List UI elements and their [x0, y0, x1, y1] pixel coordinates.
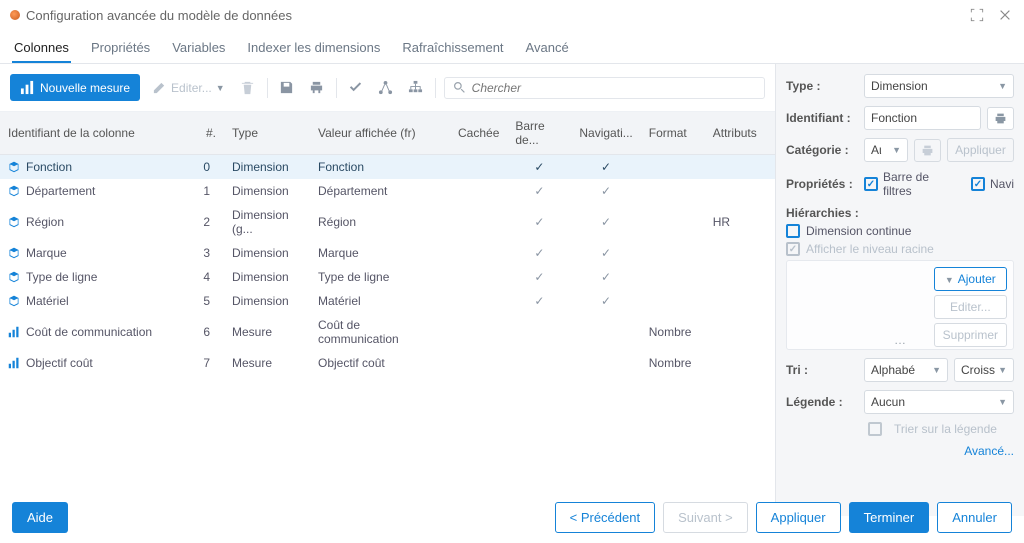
table-row[interactable]: Marque3DimensionMarque✓✓: [0, 241, 775, 265]
search-input[interactable]: [444, 77, 765, 99]
col-filterbar[interactable]: Barre de...: [507, 112, 571, 155]
col-type[interactable]: Type: [224, 112, 310, 155]
type-select[interactable]: Dimension▼: [864, 74, 1014, 98]
tab-colonnes[interactable]: Colonnes: [12, 34, 71, 63]
type-label: Type :: [786, 79, 858, 93]
col-hidden[interactable]: Cachée: [450, 112, 507, 155]
check-icon[interactable]: [345, 77, 367, 99]
showroot-checkbox: ✓: [786, 242, 800, 256]
tab-avance[interactable]: Avancé: [524, 34, 571, 63]
table-row[interactable]: Type de ligne4DimensionType de ligne✓✓: [0, 265, 775, 289]
fullscreen-icon[interactable]: [968, 6, 986, 24]
help-button[interactable]: Aide: [12, 502, 68, 533]
cat-print-icon: [914, 139, 941, 162]
hierarchy-list: ▼Ajouter Editer... Supprimer …: [786, 260, 1014, 350]
col-nav[interactable]: Navigati...: [571, 112, 640, 155]
app-logo-icon: [10, 10, 20, 20]
table-row[interactable]: Région2Dimension (g...Région✓✓HR: [0, 203, 775, 241]
sort-dir-select[interactable]: Croiss▼: [954, 358, 1014, 382]
showroot-label: Afficher le niveau racine: [806, 242, 934, 256]
continuous-label: Dimension continue: [806, 224, 911, 238]
id-label: Identifiant :: [786, 111, 858, 125]
table-row[interactable]: Coût de communication6MesureCoût de comm…: [0, 313, 775, 351]
advanced-link[interactable]: Avancé...: [786, 444, 1014, 458]
cat-label: Catégorie :: [786, 143, 858, 157]
connections-icon[interactable]: [375, 77, 397, 99]
filterbar-checkbox[interactable]: ✓: [864, 177, 878, 191]
save-icon[interactable]: [276, 77, 298, 99]
edit-button[interactable]: Editer... ▼: [148, 76, 229, 99]
col-attributes[interactable]: Attributs: [705, 112, 775, 155]
table-row[interactable]: Département1DimensionDépartement✓✓: [0, 179, 775, 203]
window-title: Configuration avancée du modèle de donné…: [26, 8, 292, 23]
tab-proprietes[interactable]: Propriétés: [89, 34, 152, 63]
tab-variables[interactable]: Variables: [170, 34, 227, 63]
close-icon[interactable]: [996, 6, 1014, 24]
cat-apply-button: Appliquer: [947, 138, 1014, 162]
search-field[interactable]: [472, 81, 756, 95]
filterbar-label: Barre de filtres: [883, 170, 961, 198]
sort-on-legend-checkbox: [868, 422, 882, 436]
hier-label: Hiérarchies :: [786, 206, 1014, 220]
col-id[interactable]: Identifiant de la colonne: [0, 112, 190, 155]
props-label: Propriétés :: [786, 177, 858, 191]
tab-indexer[interactable]: Indexer les dimensions: [245, 34, 382, 63]
sort-value-select[interactable]: Alphabé▼: [864, 358, 948, 382]
sort-on-legend-label: Trier sur la légende: [894, 422, 997, 436]
nav-label: Navi: [990, 177, 1014, 191]
legend-label: Légende :: [786, 395, 858, 409]
prev-button[interactable]: < Précédent: [555, 502, 655, 533]
sort-label: Tri :: [786, 363, 858, 377]
legend-select[interactable]: Aucun▼: [864, 390, 1014, 414]
id-print-icon[interactable]: [987, 107, 1014, 130]
next-button: Suivant >: [663, 502, 748, 533]
nav-checkbox[interactable]: ✓: [971, 177, 985, 191]
tabs: Colonnes Propriétés Variables Indexer le…: [0, 28, 1024, 64]
properties-panel: Type : Dimension▼ Identifiant : Fonction…: [776, 64, 1024, 516]
tab-rafraichissement[interactable]: Rafraîchissement: [400, 34, 505, 63]
id-field[interactable]: Fonction: [864, 106, 981, 130]
table-row[interactable]: Objectif coût7MesureObjectif coûtNombre: [0, 351, 775, 375]
table-row[interactable]: Matériel5DimensionMatériel✓✓: [0, 289, 775, 313]
cancel-button[interactable]: Annuler: [937, 502, 1012, 533]
columns-table: Identifiant de la colonne #. Type Valeur…: [0, 112, 775, 375]
ellipsis-icon: …: [894, 333, 906, 347]
delete-icon[interactable]: [237, 77, 259, 99]
hierarchy-icon[interactable]: [405, 77, 427, 99]
finish-button[interactable]: Terminer: [849, 502, 930, 533]
col-num[interactable]: #.: [190, 112, 224, 155]
continuous-checkbox[interactable]: [786, 224, 800, 238]
hier-delete-button: Supprimer: [934, 323, 1007, 347]
hier-add-button[interactable]: ▼Ajouter: [934, 267, 1007, 291]
apply-button[interactable]: Appliquer: [756, 502, 841, 533]
hier-edit-button: Editer...: [934, 295, 1007, 319]
table-row[interactable]: Fonction0DimensionFonction✓✓: [0, 155, 775, 180]
col-display[interactable]: Valeur affichée (fr): [310, 112, 450, 155]
print-icon[interactable]: [306, 77, 328, 99]
new-measure-button[interactable]: Nouvelle mesure: [10, 74, 140, 101]
cat-select[interactable]: Aι▼: [864, 138, 908, 162]
col-format[interactable]: Format: [641, 112, 705, 155]
